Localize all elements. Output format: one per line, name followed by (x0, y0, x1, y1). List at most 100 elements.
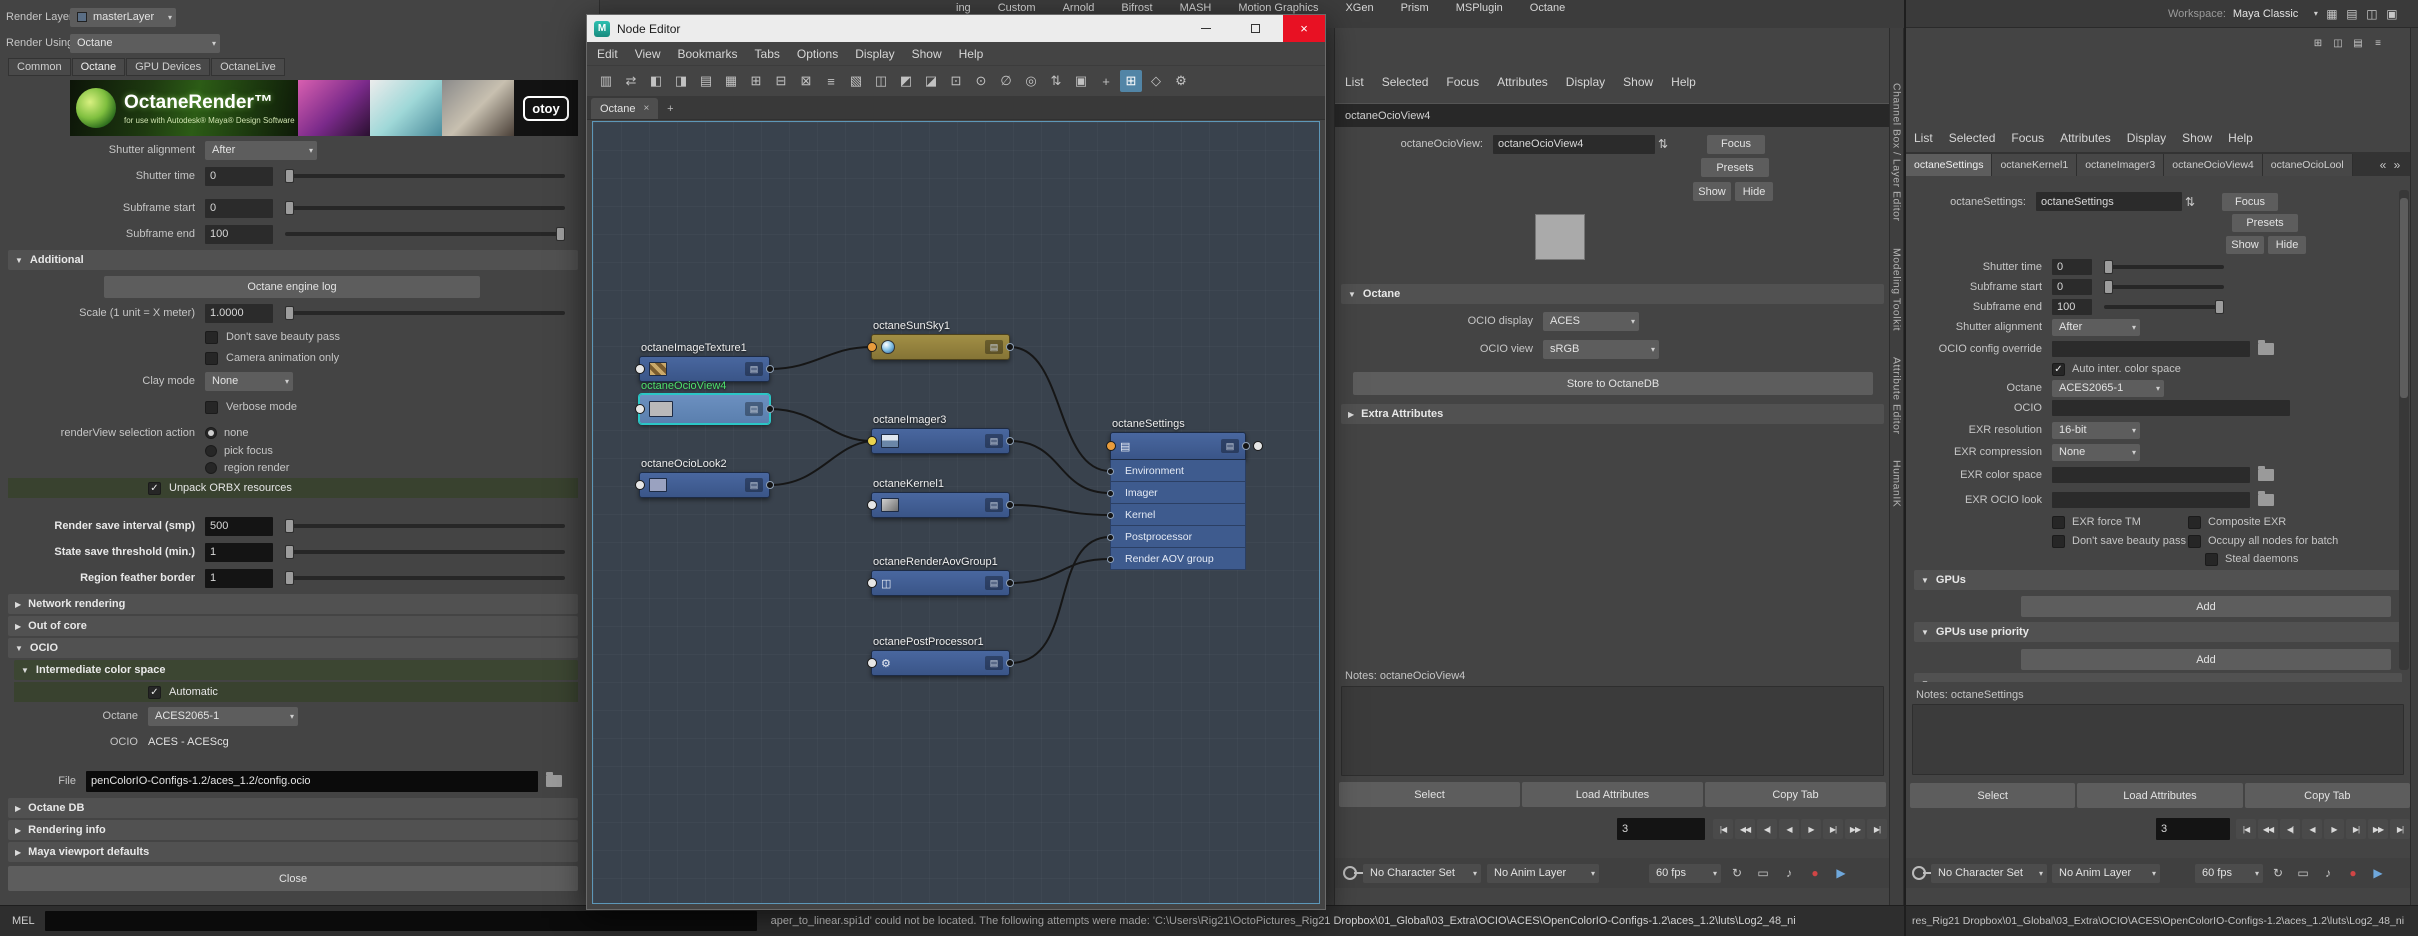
slider-handle[interactable] (2104, 260, 2113, 274)
close-tab-icon[interactable]: × (643, 103, 649, 114)
renderview-none-radio[interactable] (205, 427, 217, 439)
node-attrs-icon[interactable]: ▤ (745, 402, 763, 416)
ne-toolbar-icon[interactable]: ⚙ (1170, 70, 1192, 92)
node-octaneOcioView4[interactable]: octaneOcioView4 ▤ (635, 380, 774, 424)
select-button[interactable]: Select (1339, 782, 1520, 807)
node-attrs-icon[interactable]: ▤ (745, 362, 763, 376)
node-attrs-icon[interactable]: ▤ (985, 656, 1003, 670)
occupy-all-nodes-checkbox[interactable] (2188, 534, 2201, 548)
node-attrs-icon[interactable]: ▤ (985, 434, 1003, 448)
renderview-pickfocus-radio[interactable] (205, 445, 217, 457)
exr-color-space-field[interactable] (2052, 467, 2250, 483)
row-input-port[interactable] (1107, 555, 1114, 563)
transport-button[interactable]: |◀ (2236, 819, 2256, 839)
ne-toolbar-icon[interactable]: ⊡ (945, 70, 967, 92)
menu-panel-icon[interactable]: ≡ (2370, 35, 2386, 51)
subframe-end-slider[interactable] (2104, 300, 2224, 314)
node-editor-menu[interactable]: View (635, 47, 661, 61)
ocio-config-override-field[interactable] (2052, 341, 2250, 357)
node-attrs-icon[interactable]: ▤ (985, 498, 1003, 512)
transport-button[interactable]: ◀ (2302, 819, 2322, 839)
layout-grid-icon[interactable]: ▦ (2322, 4, 2342, 24)
ocio-view-dropdown[interactable]: sRGB ▾ (1543, 339, 1659, 359)
extra-attributes-header[interactable]: ▶ Extra Attributes (1341, 404, 1884, 424)
row-input-port[interactable] (1107, 533, 1114, 541)
ne-toolbar-icon[interactable]: ▤ (695, 70, 717, 92)
attribute-editor-menu[interactable]: Focus (1446, 75, 1479, 89)
workspace-dropdown[interactable]: Maya Classic ▾ (2226, 4, 2322, 23)
node-name-field[interactable]: octaneSettings (2036, 192, 2182, 211)
transport-button[interactable]: ▶| (1867, 819, 1887, 839)
character-set-dropdown[interactable]: No Character Set ▾ (1363, 863, 1481, 883)
attribute-editor-menu[interactable]: Attributes (1497, 75, 1548, 89)
slider-handle[interactable] (285, 306, 294, 320)
main-menu-item[interactable]: ing (956, 2, 971, 14)
record-icon[interactable]: ● (1805, 863, 1825, 883)
output-port[interactable] (1006, 659, 1014, 667)
ne-toolbar-icon[interactable]: ▦ (720, 70, 742, 92)
dont-save-beauty-checkbox[interactable] (2052, 534, 2065, 548)
folder-browse-icon[interactable] (2258, 491, 2274, 506)
node-editor-menu[interactable]: Help (959, 47, 984, 61)
notes-area[interactable] (1341, 686, 1884, 776)
ne-toolbar-icon[interactable]: ◪ (920, 70, 942, 92)
state-threshold-slider[interactable] (285, 545, 565, 559)
ocio-colorspace-field[interactable] (2052, 400, 2290, 416)
node-attrs-icon[interactable]: ▤ (985, 576, 1003, 590)
transport-button[interactable]: ◀◀ (1735, 819, 1755, 839)
output-port[interactable] (1006, 579, 1014, 587)
transport-button[interactable]: ▶▶ (1845, 819, 1865, 839)
node-attrs-icon[interactable]: ▤ (745, 478, 763, 492)
ne-toolbar-icon[interactable]: ⊟ (770, 70, 792, 92)
ne-toolbar-icon[interactable]: ⇅ (1045, 70, 1067, 92)
ne-toolbar-icon[interactable]: ▧ (845, 70, 867, 92)
attribute-editor-menu[interactable]: Help (1671, 75, 1696, 89)
show-button[interactable]: Show (2226, 236, 2264, 254)
render-settings-tab[interactable]: GPU Devices (126, 58, 211, 76)
node-editor-menu[interactable]: Edit (597, 47, 618, 61)
node-graph[interactable]: octaneImageTexture1 ▤ octaneSunSky1 ▤ oc… (592, 121, 1320, 904)
state-threshold-field[interactable]: 1 (205, 542, 273, 562)
playblast-icon[interactable]: ▶ (2368, 863, 2388, 883)
octane-section-header[interactable]: ▼ Octane (1341, 284, 1884, 304)
add-tab-button[interactable]: + (661, 98, 679, 119)
current-frame-field[interactable]: 3 (1617, 818, 1705, 840)
ne-toolbar-icon[interactable]: ▣ (1070, 70, 1092, 92)
command-line-field[interactable] (44, 911, 757, 931)
transport-button[interactable]: ◀◀ (2258, 819, 2278, 839)
copy-tab-button[interactable]: Copy Tab (1705, 782, 1886, 807)
ocio-display-dropdown[interactable]: ACES ▾ (1543, 311, 1639, 331)
save-interval-slider[interactable] (285, 519, 565, 533)
node-octaneRenderAovGroup1[interactable]: octaneRenderAovGroup1 ◫ ▤ (867, 556, 1014, 596)
clay-mode-dropdown[interactable]: None ▾ (205, 371, 293, 391)
form-scrollbar[interactable] (2399, 190, 2409, 670)
slider-handle[interactable] (556, 227, 565, 241)
folder-browse-icon[interactable] (2258, 340, 2274, 355)
region-feather-slider[interactable] (285, 571, 565, 585)
node-octanePostProcessor1[interactable]: octanePostProcessor1 ⚙ ▤ (867, 636, 1014, 676)
main-menu-item[interactable]: MASH (1180, 2, 1212, 14)
copy-tab-button[interactable]: Copy Tab (2244, 783, 2410, 808)
presets-button[interactable]: Presets (2232, 214, 2298, 232)
output-port[interactable] (766, 481, 774, 489)
octane-db-header[interactable]: ▶ Octane DB (8, 798, 578, 818)
node-editor-menu[interactable]: Options (797, 47, 838, 61)
select-button[interactable]: Select (1910, 783, 2076, 808)
anim-layer-dropdown[interactable]: No Anim Layer ▾ (2052, 863, 2160, 883)
render-settings-tab[interactable]: OctaneLive (211, 58, 285, 76)
ne-toolbar-icon[interactable]: ⇄ (620, 70, 642, 92)
exr-resolution-dropdown[interactable]: 16-bit ▾ (2052, 421, 2140, 439)
shutter-time-slider[interactable] (285, 169, 565, 183)
layout-single-icon[interactable]: ▣ (2382, 4, 2402, 24)
node-editor-menu[interactable]: Tabs (755, 47, 780, 61)
input-port[interactable] (867, 658, 877, 668)
slider-handle[interactable] (285, 201, 294, 215)
mel-label[interactable]: MEL (12, 915, 35, 927)
gpus-add-button[interactable]: Add (2021, 596, 2391, 617)
attribute-editor-menu[interactable]: Attributes (2060, 131, 2111, 145)
close-window-button[interactable]: × (1283, 15, 1325, 42)
store-to-octanedb-button[interactable]: Store to OctaneDB (1353, 372, 1873, 395)
pin-panel-icon[interactable]: ⊞ (2310, 35, 2326, 51)
exr-compression-dropdown[interactable]: None ▾ (2052, 443, 2140, 461)
pin-icon[interactable]: ⇅ (2182, 192, 2198, 212)
